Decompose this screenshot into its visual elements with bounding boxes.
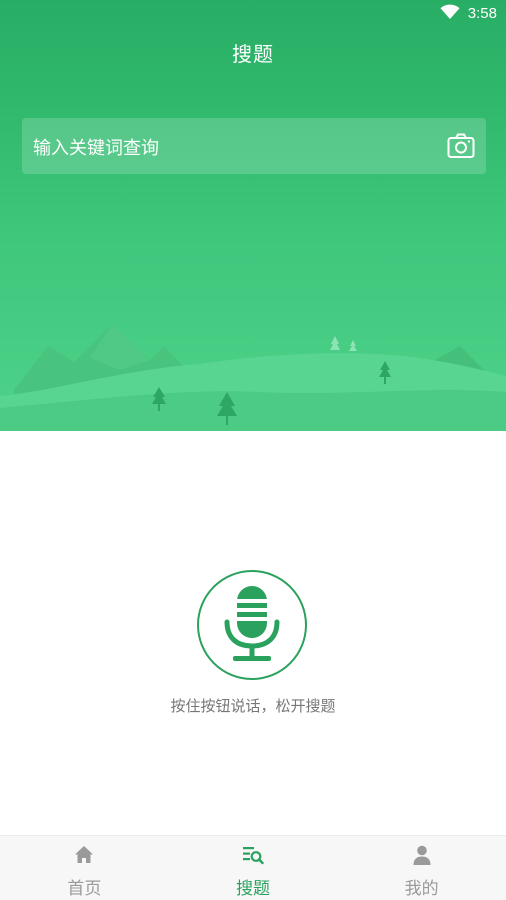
status-time: 3:58	[467, 5, 497, 22]
landscape-illustration	[0, 324, 506, 431]
tab-search[interactable]: 搜题	[169, 836, 338, 900]
tab-home-label: 首页	[67, 879, 102, 899]
tab-profile[interactable]: 我的	[337, 836, 506, 900]
page-title: 搜题	[232, 42, 274, 66]
status-bar: 3:58	[0, 0, 506, 26]
user-icon	[413, 845, 431, 865]
tab-profile-label: 我的	[404, 879, 439, 899]
voice-record-button[interactable]	[197, 570, 307, 680]
search-placeholder: 输入关键词查询	[33, 138, 159, 159]
search-list-icon	[243, 847, 264, 865]
voice-hint-text: 按住按钮说话，松开搜题	[170, 697, 336, 715]
camera-icon[interactable]	[447, 133, 475, 159]
home-icon	[75, 846, 94, 863]
search-input[interactable]: 输入关键词查询	[22, 118, 486, 174]
bottom-tab-bar: 首页 搜题 我的	[0, 835, 506, 900]
tab-home[interactable]: 首页	[0, 836, 169, 900]
tab-search-label: 搜题	[236, 879, 270, 899]
microphone-icon	[224, 586, 280, 661]
wifi-icon	[440, 4, 460, 19]
voice-search-area: 按住按钮说话，松开搜题	[0, 431, 506, 835]
hero-banner: 3:58 搜题 输入关键词查询	[0, 0, 506, 431]
